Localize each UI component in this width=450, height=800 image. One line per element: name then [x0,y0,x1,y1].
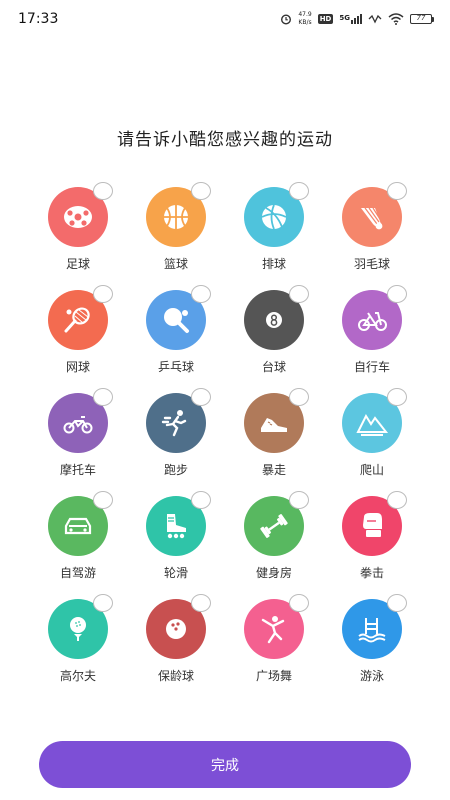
sport-item-swimming[interactable]: 游泳 [324,594,420,697]
select-checkbox[interactable] [191,285,211,303]
sport-item-badminton[interactable]: 羽毛球 [324,182,420,285]
sport-item-soccer[interactable]: 足球 [30,182,126,285]
tennis-racket-icon [64,307,90,333]
select-checkbox[interactable] [289,388,309,406]
sport-label: 羽毛球 [353,257,390,271]
page-title: 请告诉小酷您感兴趣的运动 [117,130,333,150]
select-checkbox[interactable] [93,594,113,612]
sport-label: 保龄球 [157,669,194,683]
sport-item-bowling[interactable]: 保龄球 [128,594,224,697]
signal-label: 5G [339,14,350,22]
sport-item-road-trip[interactable]: 自驾游 [30,491,126,594]
select-checkbox[interactable] [289,285,309,303]
status-bar: 17:33 47.9 KB/s HD 5G 77 [0,0,450,38]
select-checkbox[interactable] [93,285,113,303]
select-checkbox[interactable] [191,594,211,612]
bowling-ball-icon [166,619,186,639]
select-checkbox[interactable] [93,182,113,200]
sport-label: 篮球 [163,257,188,271]
swimming-pool-icon [358,618,386,643]
sport-label: 暴走 [261,463,286,477]
sport-label: 游泳 [359,669,384,683]
mountain-icon [356,413,389,436]
sport-label: 自行车 [353,360,390,374]
done-button[interactable]: 完成 [39,741,411,788]
car-icon [64,517,92,535]
sports-grid: 足球 篮球 排球 羽毛球 网球 乒乓球 台球 自行车 摩托车 跑步 暴走 爬山 … [30,182,420,697]
status-time: 17:33 [18,11,59,27]
sport-label: 轮滑 [163,566,188,580]
sport-label: 拳击 [359,566,384,580]
motorcycle-icon [63,416,93,434]
sport-label: 广场舞 [255,669,292,683]
sport-label: 台球 [261,360,286,374]
sport-label: 跑步 [163,463,188,477]
select-checkbox[interactable] [191,491,211,509]
sport-label: 摩托车 [59,463,96,477]
select-checkbox[interactable] [387,388,407,406]
sport-label: 足球 [65,257,90,271]
sport-item-volleyball[interactable]: 排球 [226,182,322,285]
sport-label: 健身房 [255,566,292,580]
soccer-ball-icon [64,206,92,228]
sport-label: 爬山 [359,463,384,477]
sport-item-cycling[interactable]: 自行车 [324,285,420,388]
battery-level: 77 [410,14,432,24]
select-checkbox[interactable] [93,491,113,509]
sport-item-boxing[interactable]: 拳击 [324,491,420,594]
net-speed: 47.9 KB/s [298,11,311,27]
vibrate-icon [368,14,382,24]
select-checkbox[interactable] [289,491,309,509]
sport-label: 排球 [261,257,286,271]
runner-icon [161,410,187,437]
select-checkbox[interactable] [387,285,407,303]
billiard-8-ball-icon [266,312,282,328]
sport-item-square-dance[interactable]: 广场舞 [226,594,322,697]
sport-item-roller-skating[interactable]: 轮滑 [128,491,224,594]
sport-item-hiking[interactable]: 爬山 [324,388,420,491]
bicycle-icon [358,312,387,331]
net-speed-value: 47.9 [298,11,312,18]
sport-label: 乒乓球 [157,360,194,374]
status-icons: 47.9 KB/s HD 5G 77 [280,11,434,27]
cellular-signal-icon: 5G [339,14,362,24]
sport-item-tennis[interactable]: 网球 [30,285,126,388]
dumbbell-icon [260,514,288,538]
golf-ball-icon [70,617,86,641]
select-checkbox[interactable] [289,594,309,612]
select-checkbox[interactable] [387,594,407,612]
sport-item-running[interactable]: 跑步 [128,388,224,491]
alarm-icon [281,14,292,25]
select-checkbox[interactable] [387,491,407,509]
sport-item-power-walking[interactable]: 暴走 [226,388,322,491]
volleyball-icon [261,204,287,230]
sneaker-icon [261,418,287,432]
wifi-icon [388,13,404,25]
select-checkbox[interactable] [93,388,113,406]
sport-label: 网球 [65,360,90,374]
select-checkbox[interactable] [387,182,407,200]
sport-item-gym[interactable]: 健身房 [226,491,322,594]
sport-item-billiards[interactable]: 台球 [226,285,322,388]
sport-item-basketball[interactable]: 篮球 [128,182,224,285]
hd-badge: HD [317,14,334,24]
sport-label: 高尔夫 [59,669,96,683]
select-checkbox[interactable] [191,388,211,406]
sport-label: 自驾游 [59,566,96,580]
select-checkbox[interactable] [289,182,309,200]
boxing-glove-icon [363,513,382,537]
select-checkbox[interactable] [191,182,211,200]
shuttlecock-icon [361,207,383,230]
battery-icon: 77 [410,14,434,24]
sport-item-motorcycle[interactable]: 摩托车 [30,388,126,491]
sport-item-ping-pong[interactable]: 乒乓球 [128,285,224,388]
sport-item-golf[interactable]: 高尔夫 [30,594,126,697]
net-speed-unit: KB/s [298,19,312,26]
roller-skate-icon [167,514,186,539]
dancer-icon [261,616,285,644]
ping-pong-paddle-icon [164,308,189,333]
basketball-icon [164,205,188,229]
